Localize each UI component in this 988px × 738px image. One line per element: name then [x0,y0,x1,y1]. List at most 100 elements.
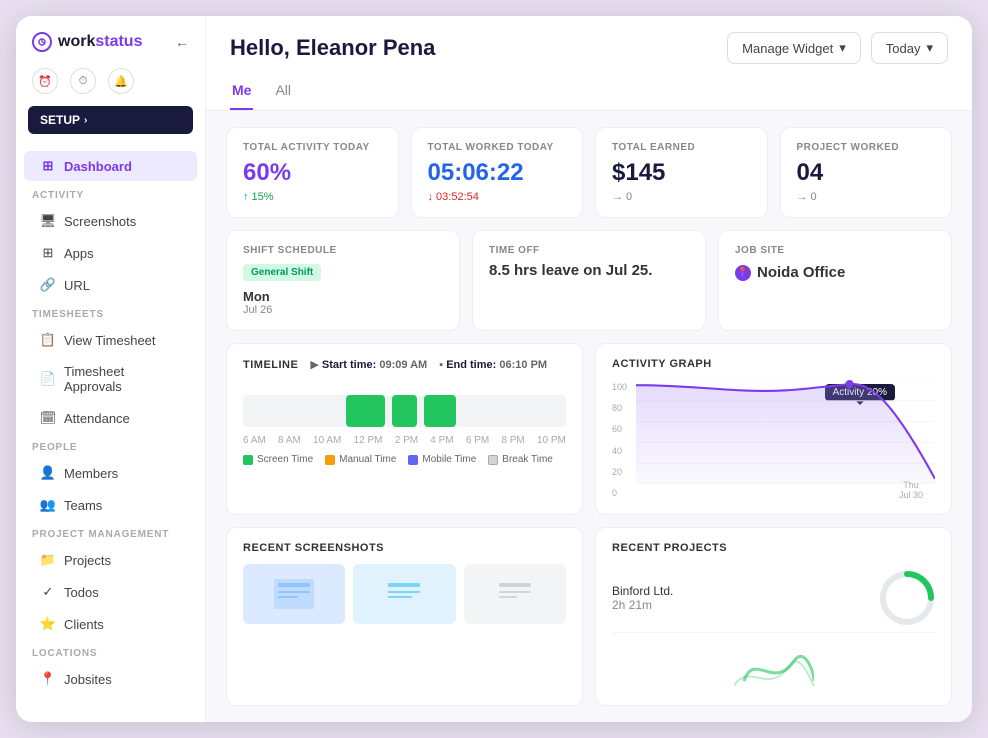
shift-badge: General Shift [243,264,321,281]
activity-header: ACTIVITY GRAPH [612,358,935,370]
shift-card: SHIFT SCHEDULE General Shift Mon Jul 26 [226,230,460,331]
legend-break-time: Break Time [488,454,553,465]
timesheet-icon: 📋 [40,332,56,348]
activity-label: TOTAL ACTIVITY TODAY [243,142,382,153]
activity-section-label: ACTIVITY [16,182,205,205]
activity-value: 60% [243,159,382,187]
third-row: TIMELINE ▶ Start time: 09:09 AM ▪ End ti… [226,343,952,515]
sidebar-item-projects[interactable]: 📁 Projects [24,545,197,575]
manual-time-dot [325,455,335,465]
sidebar-item-url[interactable]: 🔗 URL [24,270,197,300]
jobsite-label: JOB SITE [735,245,935,256]
dashboard-content: TOTAL ACTIVITY TODAY 60% ↑ 15% TOTAL WOR… [206,111,972,722]
earned-label: TOTAL EARNED [612,142,751,153]
graph-x-label: ThuJul 30 [899,480,923,500]
project-worked-label: PROJECT WORKED [797,142,936,153]
shift-day: Mon [243,289,443,304]
logo-text: workstatus [58,33,142,51]
second-row: SHIFT SCHEDULE General Shift Mon Jul 26 … [226,230,952,331]
timeline-track [243,395,566,427]
worked-sub: ↓ 03:52:54 [428,191,567,203]
url-icon: 🔗 [40,277,56,293]
project-worked-value: 04 [797,159,936,187]
tab-me[interactable]: Me [230,76,253,110]
shift-date: Jul 26 [243,304,443,316]
logo-icon [32,32,52,52]
locations-section-label: LOCATIONS [16,640,205,663]
sidebar-item-todos[interactable]: ✓ Todos [24,577,197,607]
attendance-icon: 🗓 [40,410,56,426]
sidebar: workstatus ← ⏰ ⏱ 🔔 SETUP › ⊞ Dashboard A… [16,16,206,722]
tab-all[interactable]: All [273,76,293,110]
sidebar-item-apps[interactable]: ⊞ Apps [24,238,197,268]
stat-cards: TOTAL ACTIVITY TODAY 60% ↑ 15% TOTAL WOR… [226,127,952,218]
earned-value: $145 [612,159,751,187]
clients-icon: ⭐ [40,616,56,632]
sidebar-item-jobsites[interactable]: 📍 Jobsites [24,664,197,694]
approvals-icon: 📄 [40,371,56,387]
graph-y-labels: 100 80 60 40 20 0 [612,380,627,500]
page-title: Hello, Eleanor Pena [230,35,435,61]
manage-widget-button[interactable]: Manage Widget ▾ [727,32,861,64]
legend-screen-time: Screen Time [243,454,313,465]
main-content: Hello, Eleanor Pena Manage Widget ▾ Toda… [206,16,972,722]
timesheets-section-label: TIMESHEETS [16,301,205,324]
tabs: Me All [230,76,948,110]
timeline-bar-3 [424,395,456,427]
collapse-button[interactable]: ← [175,34,189,50]
sidebar-item-screenshots[interactable]: 🖥 Screenshots [24,206,197,236]
setup-arrow-icon: › [84,115,87,126]
screenshots-icon: 🖥 [40,213,56,229]
worked-value: 05:06:22 [428,159,567,187]
screenshot-thumb-1 [243,564,345,624]
activity-card: ACTIVITY GRAPH Activity 20% 100 80 60 40… [595,343,952,515]
recent-screenshots-card: RECENT SCREENSHOTS [226,527,583,706]
members-icon: 👤 [40,465,56,481]
project-donut [879,570,935,626]
chevron-down-icon-2: ▾ [926,40,933,56]
clock-icon-btn[interactable]: ⏱ [70,68,96,94]
jobsite-card: JOB SITE 📍 Noida Office [718,230,952,331]
setup-button[interactable]: SETUP › [28,106,193,134]
timeline-card: TIMELINE ▶ Start time: 09:09 AM ▪ End ti… [226,343,583,515]
today-button[interactable]: Today ▾ [871,32,948,64]
sidebar-item-view-timesheet[interactable]: 📋 View Timesheet [24,325,197,355]
timeline-bar-1 [346,395,385,427]
timeline-bar-2 [392,395,418,427]
project-item-0: Binford Ltd. 2h 21m [612,564,935,633]
timeline-labels: 6 AM 8 AM 10 AM 12 PM 2 PM 4 PM 6 PM 8 P… [243,435,566,446]
stat-card-activity: TOTAL ACTIVITY TODAY 60% ↑ 15% [226,127,399,218]
timeoff-value: 8.5 hrs leave on Jul 25. [489,262,689,279]
sidebar-item-teams[interactable]: 👥 Teams [24,490,197,520]
screenshot-thumb-2 [353,564,455,624]
app-container: workstatus ← ⏰ ⏱ 🔔 SETUP › ⊞ Dashboard A… [16,16,972,722]
logo: workstatus [32,32,142,52]
sidebar-item-attendance[interactable]: 🗓 Attendance [24,403,197,433]
sidebar-item-dashboard[interactable]: ⊞ Dashboard [24,151,197,181]
sidebar-item-members[interactable]: 👤 Members [24,458,197,488]
timeline-end: ▪ End time: 06:10 PM [439,359,547,371]
activity-sub: ↑ 15% [243,191,382,203]
sidebar-item-timesheet-approvals[interactable]: 📄 Timesheet Approvals [24,357,197,401]
sidebar-icons: ⏰ ⏱ 🔔 [16,64,205,106]
header-actions: Manage Widget ▾ Today ▾ [727,32,948,64]
sidebar-item-clients[interactable]: ⭐ Clients [24,609,197,639]
earned-sub: → 0 [612,191,751,203]
header-top: Hello, Eleanor Pena Manage Widget ▾ Toda… [230,32,948,64]
timeline-header: TIMELINE ▶ Start time: 09:09 AM ▪ End ti… [243,358,566,371]
screenshot-thumb-3 [464,564,566,624]
timeline-start: ▶ Start time: 09:09 AM [310,358,427,371]
location-dot-icon: 📍 [735,265,751,281]
projects-header: RECENT PROJECTS [612,542,935,554]
timer-icon-btn[interactable]: ⏰ [32,68,58,94]
bell-icon-btn[interactable]: 🔔 [108,68,134,94]
stat-card-earned: TOTAL EARNED $145 → 0 [595,127,768,218]
chevron-down-icon: ▾ [839,40,846,56]
screen-time-dot [243,455,253,465]
project-worked-sub: → 0 [797,191,936,203]
jobsites-icon: 📍 [40,671,56,687]
bottom-row: RECENT SCREENSHOTS RECENT P [226,527,952,706]
screenshots-grid [243,564,566,624]
teams-icon: 👥 [40,497,56,513]
todos-icon: ✓ [40,584,56,600]
